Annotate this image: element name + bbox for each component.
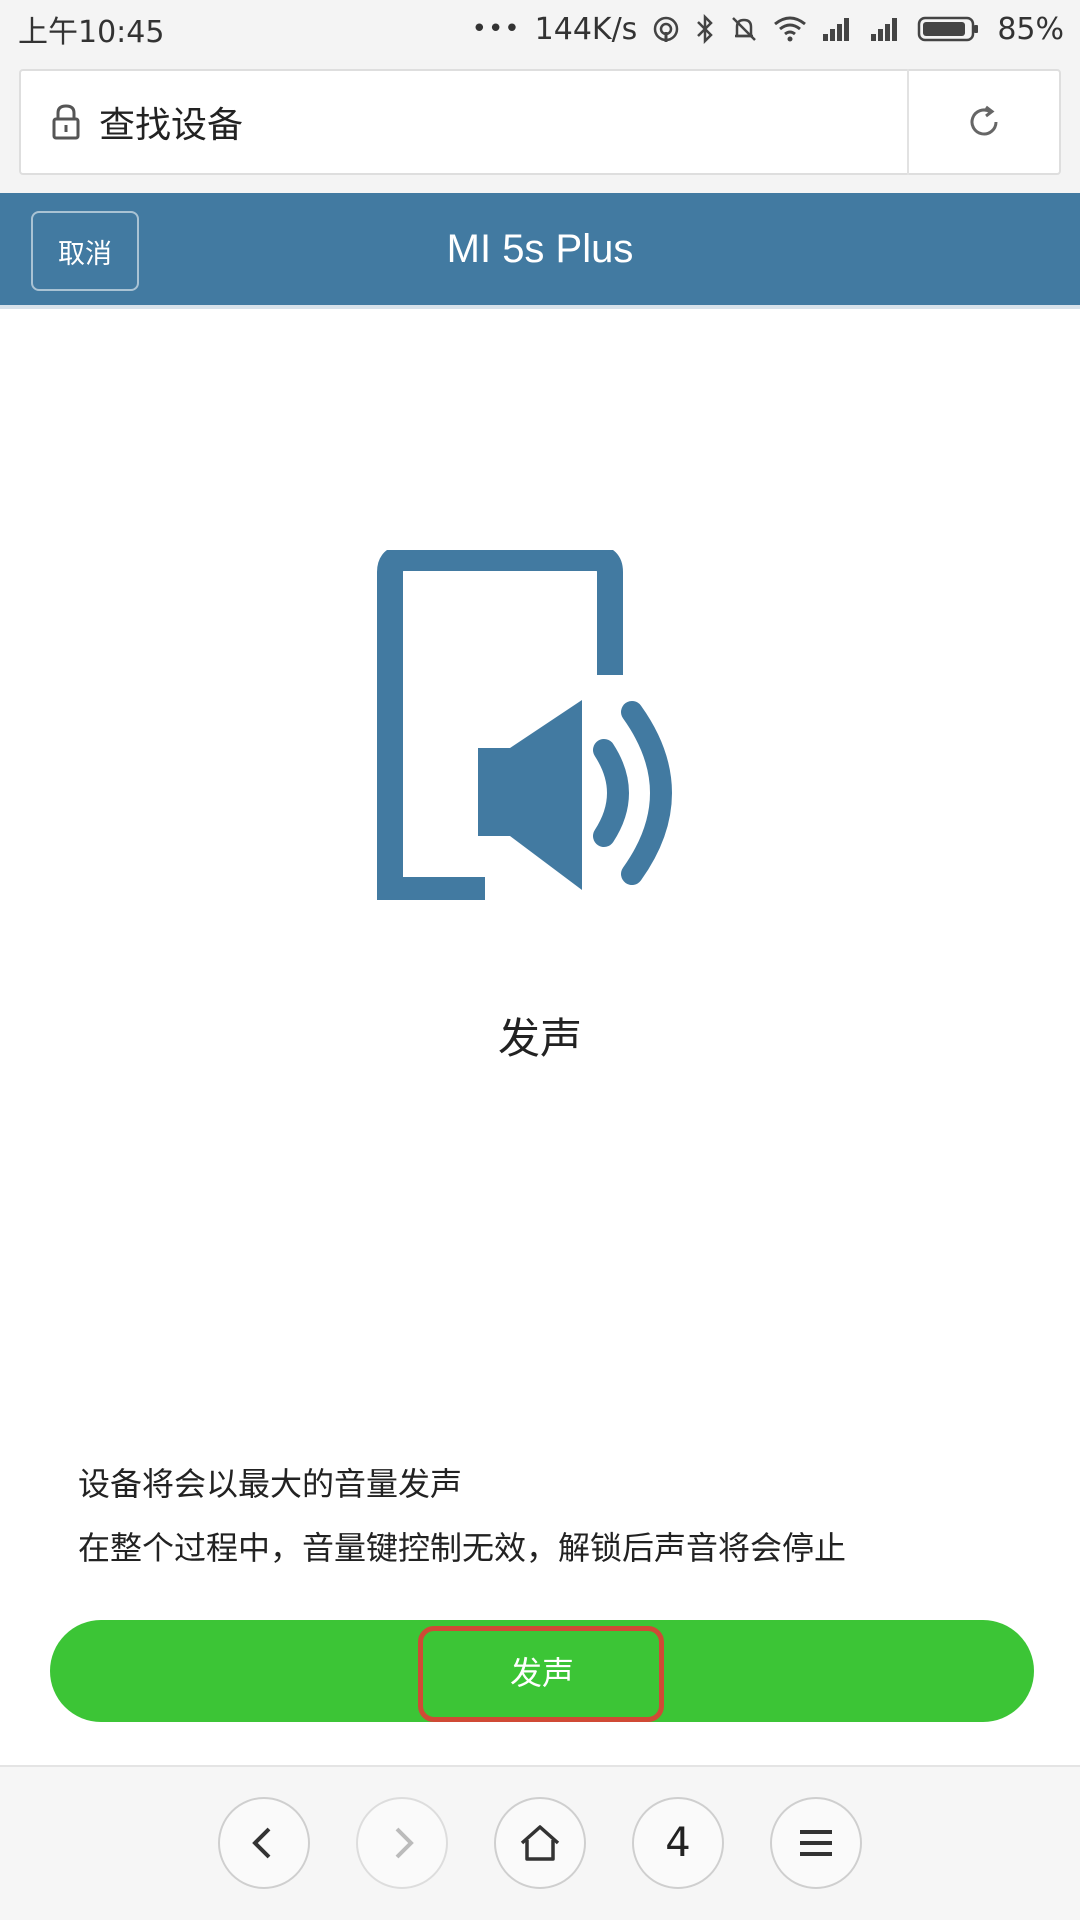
status-icons: ••• 144K/s 85% bbox=[472, 12, 1064, 47]
tabs-count: 4 bbox=[665, 1820, 691, 1866]
description-line-1: 设备将会以最大的音量发声 bbox=[78, 1465, 463, 1503]
back-button[interactable] bbox=[218, 1797, 310, 1889]
app-header: 取消 MI 5s Plus bbox=[0, 193, 1080, 309]
net-speed: 144K/s bbox=[534, 11, 638, 47]
page-title: 查找设备 bbox=[99, 105, 244, 146]
hotspot-icon bbox=[651, 14, 681, 44]
battery-icon bbox=[917, 15, 981, 43]
bluetooth-icon bbox=[695, 14, 715, 44]
address-bar[interactable]: 查找设备 bbox=[19, 69, 1061, 175]
phone-speaker-illustration bbox=[370, 545, 710, 903]
home-icon bbox=[520, 1825, 560, 1861]
forward-arrow-icon bbox=[395, 1827, 414, 1859]
signal-icon-1 bbox=[821, 16, 855, 42]
refresh-icon bbox=[970, 105, 998, 136]
feature-label: 发声 bbox=[497, 1014, 582, 1063]
refresh-button[interactable] bbox=[909, 71, 1059, 173]
more-dots: ••• bbox=[471, 14, 521, 44]
cancel-button[interactable]: 取消 bbox=[31, 211, 139, 291]
forward-button[interactable] bbox=[356, 1797, 448, 1889]
tabs-button[interactable]: 4 bbox=[632, 1797, 724, 1889]
status-bar: 上午10:45 ••• 144K/s 85% bbox=[0, 0, 1080, 58]
back-arrow-icon bbox=[252, 1827, 271, 1859]
signal-icon-2 bbox=[869, 16, 903, 42]
description: 设备将会以最大的音量发声 在整个过程中，音量键控制无效，解锁后声音将会停止 bbox=[78, 1452, 1038, 1580]
home-button[interactable] bbox=[494, 1797, 586, 1889]
mute-bell-icon bbox=[729, 14, 759, 44]
status-time: 上午10:45 bbox=[18, 15, 165, 50]
description-line-2: 在整个过程中，音量键控制无效，解锁后声音将会停止 bbox=[78, 1529, 847, 1567]
browser-toolbar: 查找设备 bbox=[0, 58, 1080, 193]
ring-button[interactable]: 发声 bbox=[50, 1620, 1034, 1722]
lock-icon bbox=[51, 103, 81, 141]
phone-speaker-icon bbox=[377, 545, 672, 903]
menu-button[interactable] bbox=[770, 1797, 862, 1889]
menu-icon bbox=[800, 1830, 832, 1856]
battery-percent: 85% bbox=[997, 11, 1064, 47]
wifi-icon bbox=[773, 15, 807, 43]
bottom-nav: 4 bbox=[0, 1765, 1080, 1920]
device-name: MI 5s Plus bbox=[446, 226, 634, 271]
